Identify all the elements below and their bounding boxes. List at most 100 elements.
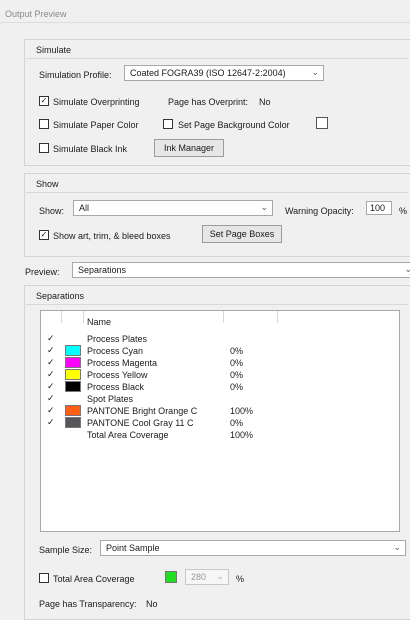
row-value: 0% bbox=[230, 418, 244, 428]
coverage-color-swatch[interactable] bbox=[165, 571, 177, 583]
simulate-overprinting-checkbox[interactable]: ✓ bbox=[39, 96, 49, 106]
coverage-value-dropdown[interactable]: 280 ⌄ bbox=[185, 569, 229, 585]
chevron-down-icon: ⌄ bbox=[311, 67, 319, 77]
color-swatch bbox=[65, 357, 81, 368]
show-boxes-label: Show art, trim, & bleed boxes bbox=[53, 231, 171, 241]
separation-row[interactable]: Total Area Coverage 100% bbox=[41, 429, 391, 441]
total-area-coverage-label: Total Area Coverage bbox=[53, 574, 135, 584]
simulate-black-ink-checkbox[interactable] bbox=[39, 143, 49, 153]
chevron-down-icon: ⌄ bbox=[260, 202, 268, 212]
simulate-header: Simulate bbox=[36, 45, 72, 55]
row-checkbox[interactable]: ✓ bbox=[47, 334, 55, 343]
separations-divider bbox=[26, 304, 408, 305]
simulate-paper-color-checkbox[interactable] bbox=[39, 119, 49, 129]
simulate-divider bbox=[26, 58, 408, 59]
preview-value: Separations bbox=[78, 265, 127, 275]
row-value: 0% bbox=[230, 358, 244, 368]
page-overprint-value: No bbox=[259, 97, 271, 107]
simulate-paper-color-label: Simulate Paper Color bbox=[53, 120, 139, 130]
sample-size-dropdown[interactable]: Point Sample ⌄ bbox=[100, 540, 406, 556]
page-transparency-value: No bbox=[146, 599, 158, 609]
chevron-down-icon: ⌄ bbox=[404, 264, 410, 274]
page-transparency-label: Page has Transparency: bbox=[39, 599, 137, 609]
sample-size-value: Point Sample bbox=[106, 543, 160, 553]
row-checkbox[interactable]: ✓ bbox=[47, 370, 55, 379]
row-checkbox[interactable]: ✓ bbox=[47, 406, 55, 415]
window-title: Output Preview bbox=[5, 9, 67, 19]
row-name: PANTONE Bright Orange C bbox=[87, 406, 198, 416]
column-divider bbox=[61, 311, 62, 323]
row-checkbox[interactable]: ✓ bbox=[47, 382, 55, 391]
row-checkbox[interactable]: ✓ bbox=[47, 346, 55, 355]
preview-label: Preview: bbox=[25, 267, 60, 277]
separation-row[interactable]: ✓ Process Magenta 0% bbox=[41, 357, 391, 369]
row-checkbox[interactable]: ✓ bbox=[47, 358, 55, 367]
row-name: Process Cyan bbox=[87, 346, 144, 356]
coverage-value: 280 bbox=[191, 572, 207, 582]
row-name: Spot Plates bbox=[87, 394, 134, 404]
color-swatch bbox=[65, 429, 81, 440]
page-overprint-label: Page has Overprint: bbox=[168, 97, 249, 107]
separation-row[interactable]: ✓ PANTONE Cool Gray 11 C 0% bbox=[41, 417, 391, 429]
show-header: Show bbox=[36, 179, 59, 189]
separation-row[interactable]: ✓ Process Black 0% bbox=[41, 381, 391, 393]
sample-size-label: Sample Size: bbox=[39, 545, 93, 555]
color-swatch bbox=[65, 417, 81, 428]
title-divider bbox=[0, 22, 410, 23]
row-value: 0% bbox=[230, 382, 244, 392]
page-background-color-swatch[interactable] bbox=[316, 117, 328, 129]
column-header-name: Name bbox=[87, 317, 112, 327]
separation-row[interactable]: ✓ PANTONE Bright Orange C 100% bbox=[41, 405, 391, 417]
row-value: 0% bbox=[230, 370, 244, 380]
separation-row[interactable]: ✓ Process Cyan 0% bbox=[41, 345, 391, 357]
column-divider bbox=[277, 311, 278, 323]
row-value: 100% bbox=[230, 430, 254, 440]
separation-row[interactable]: ✓ Spot Plates bbox=[41, 393, 391, 405]
total-area-coverage-checkbox[interactable] bbox=[39, 573, 49, 583]
row-name: PANTONE Cool Gray 11 C bbox=[87, 418, 194, 428]
chevron-down-icon: ⌄ bbox=[216, 571, 224, 581]
warning-opacity-label: Warning Opacity: bbox=[285, 206, 354, 216]
separations-header: Separations bbox=[36, 291, 85, 301]
separation-row[interactable]: ✓ Process Yellow 0% bbox=[41, 369, 391, 381]
simulation-profile-label: Simulation Profile: bbox=[39, 70, 112, 80]
simulate-overprinting-label: Simulate Overprinting bbox=[53, 97, 140, 107]
show-dropdown[interactable]: All ⌄ bbox=[73, 200, 273, 216]
row-checkbox[interactable]: ✓ bbox=[47, 394, 55, 403]
row-name: Process Yellow bbox=[87, 370, 148, 380]
row-name: Process Plates bbox=[87, 334, 148, 344]
coverage-unit: % bbox=[236, 574, 245, 584]
color-swatch bbox=[65, 333, 81, 344]
show-divider bbox=[26, 192, 408, 193]
ink-manager-button[interactable]: Ink Manager bbox=[154, 139, 224, 157]
show-boxes-checkbox[interactable]: ✓ bbox=[39, 230, 49, 240]
set-page-background-label: Set Page Background Color bbox=[178, 120, 290, 130]
separations-list[interactable]: Name ✓ Process Plates ✓ Process Cyan 0% … bbox=[40, 310, 400, 532]
warning-opacity-unit: % bbox=[399, 206, 408, 216]
row-value: 0% bbox=[230, 346, 244, 356]
row-checkbox[interactable]: ✓ bbox=[47, 418, 55, 427]
chevron-down-icon: ⌄ bbox=[393, 542, 401, 552]
warning-opacity-input[interactable]: 100 bbox=[366, 201, 392, 215]
row-name: Total Area Coverage bbox=[87, 430, 169, 440]
row-value: 100% bbox=[230, 406, 254, 416]
column-divider bbox=[223, 311, 224, 323]
show-value: All bbox=[79, 203, 90, 213]
color-swatch bbox=[65, 393, 81, 404]
separation-row[interactable]: ✓ Process Plates bbox=[41, 333, 391, 345]
set-page-background-checkbox[interactable] bbox=[163, 119, 173, 129]
show-label: Show: bbox=[39, 206, 65, 216]
simulation-profile-dropdown[interactable]: Coated FOGRA39 (ISO 12647-2:2004) ⌄ bbox=[124, 65, 324, 81]
simulate-black-ink-label: Simulate Black Ink bbox=[53, 144, 128, 154]
preview-dropdown[interactable]: Separations ⌄ bbox=[72, 262, 410, 278]
color-swatch bbox=[65, 405, 81, 416]
simulation-profile-value: Coated FOGRA39 (ISO 12647-2:2004) bbox=[130, 68, 286, 78]
column-divider bbox=[83, 311, 84, 323]
row-name: Process Black bbox=[87, 382, 145, 392]
row-name: Process Magenta bbox=[87, 358, 158, 368]
color-swatch bbox=[65, 369, 81, 380]
color-swatch bbox=[65, 345, 81, 356]
set-page-boxes-button[interactable]: Set Page Boxes bbox=[202, 225, 282, 243]
color-swatch bbox=[65, 381, 81, 392]
warning-opacity-value: 100 bbox=[370, 203, 386, 213]
